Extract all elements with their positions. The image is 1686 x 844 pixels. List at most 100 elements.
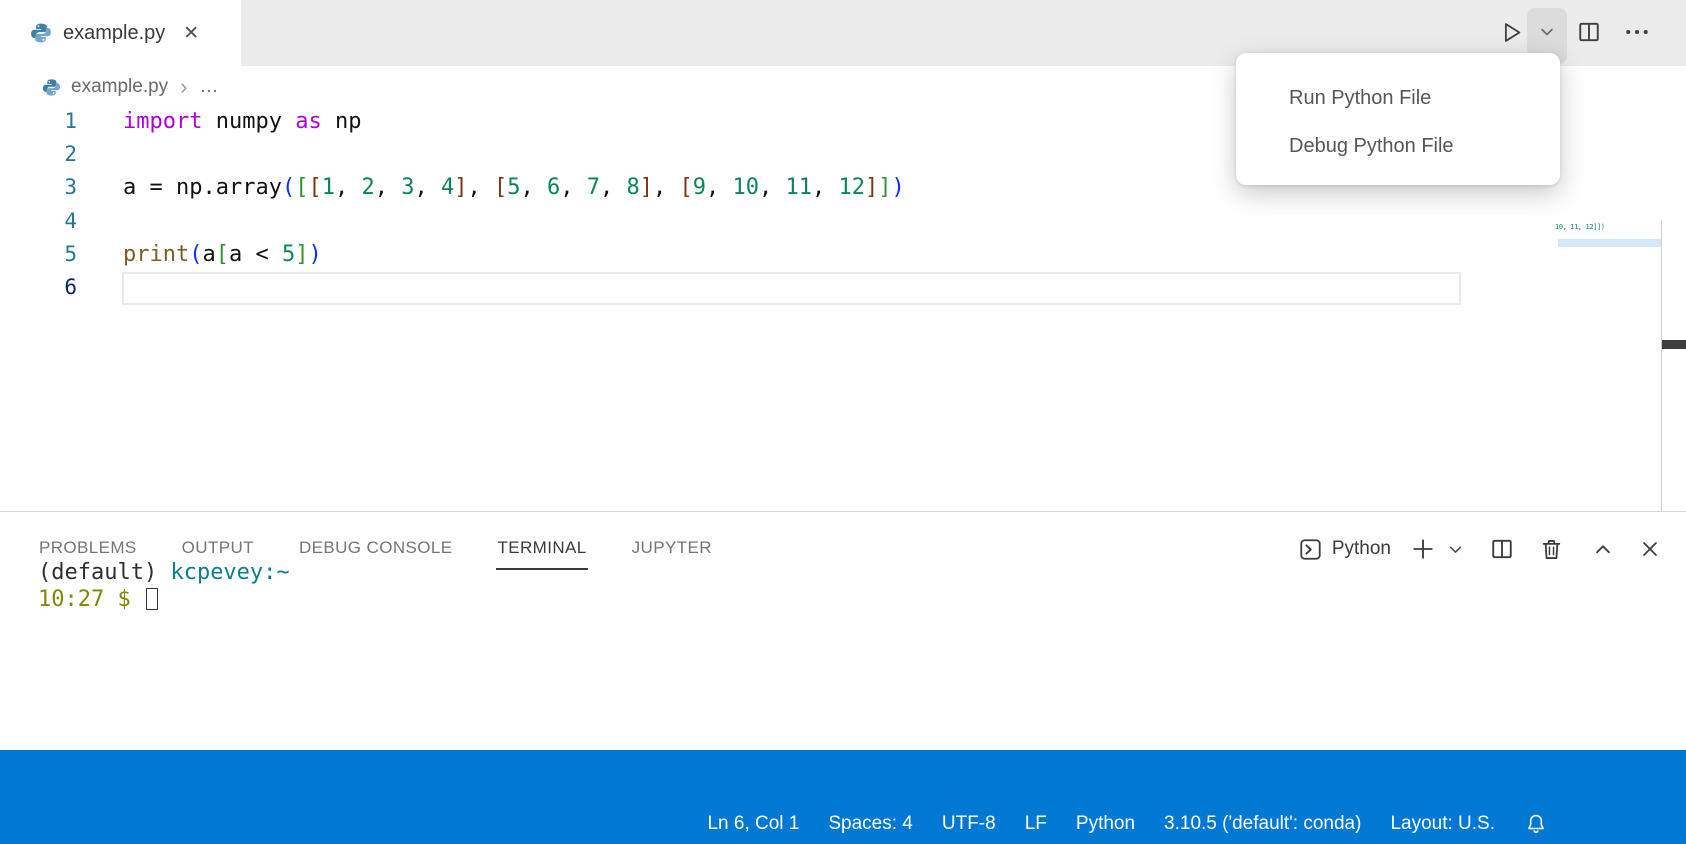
status-item-python[interactable]: Python — [1076, 813, 1135, 835]
code-token: , — [653, 175, 680, 200]
code-token: 10 — [732, 175, 759, 200]
code-token: 3 — [401, 175, 414, 200]
chevron-down-icon — [1445, 539, 1466, 560]
python-logo-icon — [42, 78, 61, 97]
run-dropdown-button[interactable] — [1532, 17, 1562, 47]
new-terminal-button[interactable] — [1409, 535, 1437, 563]
code-token: ] — [878, 175, 891, 200]
menu-item-run-python-file[interactable]: Run Python File — [1236, 74, 1560, 122]
code-token: kcpevey:~ — [170, 560, 289, 585]
panel-toolbar: Python — [1297, 532, 1663, 566]
line-number[interactable]: 2 — [0, 138, 77, 171]
status-items: Ln 6, Col 1 Spaces: 4 UTF-8 LF Python 3.10.5 … — [707, 813, 1495, 835]
code-token: ] — [865, 175, 878, 200]
minimap-current-line-highlight — [1558, 239, 1661, 247]
status-item-spaces-4[interactable]: Spaces: 4 — [828, 813, 913, 835]
code-token: 1 — [322, 175, 335, 200]
code-line[interactable] — [123, 271, 905, 304]
code-token: 4 — [441, 175, 454, 200]
panel-tab-jupyter[interactable]: JUPYTER — [631, 512, 713, 570]
code-token: print — [123, 242, 189, 267]
launch-profile-button[interactable] — [1445, 539, 1466, 560]
line-number[interactable]: 3 — [0, 171, 77, 204]
code-token: a < — [229, 242, 282, 267]
code-token: 2 — [361, 175, 374, 200]
terminal-output[interactable]: (default) kcpevey:~10:27 $ — [38, 559, 290, 613]
status-item-lf[interactable]: LF — [1025, 813, 1047, 835]
split-terminal-button[interactable] — [1488, 535, 1516, 563]
split-terminal-icon — [1488, 535, 1516, 563]
status-bar: Ln 6, Col 1 Spaces: 4 UTF-8 LF Python 3.10.5 … — [0, 750, 1686, 844]
python-logo-icon — [30, 22, 52, 44]
split-editor-icon — [1575, 18, 1603, 46]
code-token: , — [560, 175, 587, 200]
code-line[interactable]: print(a[a < 5]) — [123, 238, 905, 271]
code-token: [ — [679, 175, 692, 200]
menu-item-debug-python-file[interactable]: Debug Python File — [1236, 122, 1560, 170]
maximize-panel-button[interactable] — [1590, 536, 1616, 562]
more-actions-button[interactable] — [1622, 17, 1652, 47]
line-number[interactable]: 4 — [0, 205, 77, 238]
code-token: , — [414, 175, 441, 200]
terminal-cursor — [146, 588, 158, 610]
code-token: ) — [891, 175, 904, 200]
notifications-bell-button[interactable] — [1524, 812, 1548, 836]
code-token: a = np.array — [123, 175, 282, 200]
status-item-3-10-5-default-conda[interactable]: 3.10.5 ('default': conda) — [1164, 813, 1361, 835]
code-line[interactable] — [123, 205, 905, 238]
tab-example-py[interactable]: example.py ✕ — [0, 0, 241, 66]
tab-close-icon[interactable]: ✕ — [183, 22, 199, 45]
status-item-ln-6-col-1[interactable]: Ln 6, Col 1 — [707, 813, 799, 835]
code-line[interactable]: a = np.array([[1, 2, 3, 4], [5, 6, 7, 8]… — [123, 171, 905, 204]
code-token: [ — [295, 175, 308, 200]
panel-tab-debug-console[interactable]: DEBUG CONSOLE — [298, 512, 454, 570]
breadcrumb-symbol-ellipsis[interactable]: … — [200, 76, 219, 98]
code-token: 6 — [547, 175, 560, 200]
code-token: ] — [454, 175, 467, 200]
code-token: ( — [189, 242, 202, 267]
terminal-icon — [1297, 536, 1324, 563]
code-token: [ — [308, 175, 321, 200]
line-number[interactable]: 5 — [0, 238, 77, 271]
minimap-line-fragment: 10, 11, 12]]) — [1555, 223, 1605, 231]
close-panel-button[interactable] — [1637, 536, 1663, 562]
code-token: , — [335, 175, 362, 200]
code-token: [ — [216, 242, 229, 267]
line-number[interactable]: 6 — [0, 271, 77, 304]
run-icon — [1498, 19, 1525, 46]
editor-code[interactable]: import numpy as npa = np.array([[1, 2, 3… — [123, 105, 905, 304]
terminal-shell-label[interactable]: Python — [1332, 538, 1391, 560]
code-token: (default) — [38, 560, 170, 585]
ellipsis-icon — [1622, 17, 1652, 47]
code-token: 7 — [587, 175, 600, 200]
status-item-layout-u-s[interactable]: Layout: U.S. — [1390, 813, 1495, 835]
code-line[interactable]: import numpy as np — [123, 105, 905, 138]
code-token: import — [123, 109, 202, 134]
status-item-utf-8[interactable]: UTF-8 — [942, 813, 996, 835]
terminal-line: (default) kcpevey:~ — [38, 559, 290, 586]
code-token: as — [295, 109, 322, 134]
code-token: 8 — [626, 175, 639, 200]
code-token: , — [706, 175, 733, 200]
line-number[interactable]: 1 — [0, 105, 77, 138]
panel-tab-terminal[interactable]: TERMINAL — [496, 512, 587, 570]
kill-terminal-button[interactable] — [1538, 536, 1565, 563]
plus-icon — [1409, 535, 1437, 563]
code-token: , — [759, 175, 786, 200]
run-button[interactable] — [1496, 17, 1526, 47]
code-token: ] — [295, 242, 308, 267]
scrollbar-thumb[interactable] — [1662, 340, 1686, 349]
code-token: numpy — [202, 109, 295, 134]
code-token: 9 — [693, 175, 706, 200]
code-token: , — [812, 175, 839, 200]
split-editor-button[interactable] — [1574, 17, 1604, 47]
code-token: , — [375, 175, 402, 200]
bottom-panel: PROBLEMSOUTPUTDEBUG CONSOLETERMINALJUPYT… — [0, 511, 1686, 750]
tab-label: example.py — [63, 22, 165, 45]
breadcrumb-file[interactable]: example.py — [71, 76, 168, 98]
code-token: ) — [308, 242, 321, 267]
code-token: ] — [640, 175, 653, 200]
run-dropdown-menu: Run Python FileDebug Python File — [1236, 53, 1560, 185]
code-line[interactable] — [123, 138, 905, 171]
code-token: 10:27 $ — [38, 587, 144, 612]
